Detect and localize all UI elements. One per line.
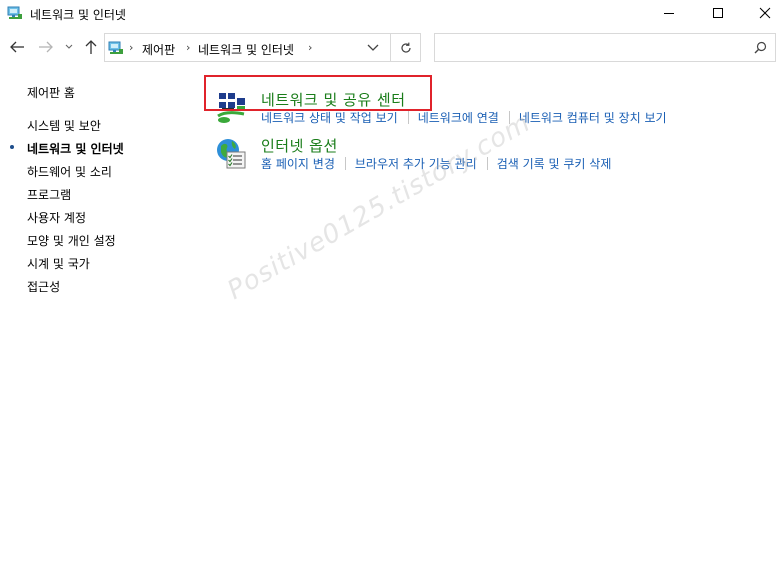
breadcrumb-separator[interactable]: › xyxy=(129,41,133,54)
refresh-button[interactable] xyxy=(391,33,421,62)
link-separator xyxy=(407,111,409,124)
link-delete-history[interactable]: 검색 기록 및 쿠키 삭제 xyxy=(497,155,612,172)
chevron-down-icon xyxy=(65,44,73,49)
breadcrumb-control-panel[interactable]: 제어판 xyxy=(142,41,175,58)
link-view-network-computers[interactable]: 네트워크 컴퓨터 및 장치 보기 xyxy=(519,109,667,126)
address-bar[interactable]: › 제어판 › 네트워크 및 인터넷 › xyxy=(104,33,391,62)
minimize-icon xyxy=(664,13,674,14)
breadcrumb-separator[interactable]: › xyxy=(308,41,312,54)
forward-button[interactable] xyxy=(37,38,55,56)
up-button[interactable] xyxy=(82,38,100,56)
sidebar-item-control-panel-home[interactable]: 제어판 홈 xyxy=(27,84,75,101)
breadcrumb-separator[interactable]: › xyxy=(186,41,190,54)
window-title: 네트워크 및 인터넷 xyxy=(30,8,126,22)
sidebar-item-appearance[interactable]: 모양 및 개인 설정 xyxy=(27,232,116,249)
category-links-network: 네트워크 상태 및 작업 보기 네트워크에 연결 네트워크 컴퓨터 및 장치 보… xyxy=(261,109,667,126)
arrow-right-icon xyxy=(39,41,53,53)
chevron-down-icon[interactable] xyxy=(367,43,379,53)
internet-options-icon[interactable] xyxy=(214,136,250,172)
arrow-left-icon xyxy=(10,41,24,53)
maximize-icon xyxy=(713,8,723,18)
sidebar-item-system-security[interactable]: 시스템 및 보안 xyxy=(27,117,101,134)
link-change-homepage[interactable]: 홈 페이지 변경 xyxy=(261,155,335,172)
link-connect-network[interactable]: 네트워크에 연결 xyxy=(418,109,499,126)
maximize-button[interactable] xyxy=(695,0,741,26)
network-folder-icon xyxy=(7,6,22,19)
active-item-bullet xyxy=(10,145,14,149)
refresh-icon xyxy=(400,42,411,53)
sidebar-item-clock-region[interactable]: 시계 및 국가 xyxy=(27,255,90,272)
title-bar: 네트워크 및 인터넷 xyxy=(0,0,783,27)
navigation-bar: › 제어판 › 네트워크 및 인터넷 › xyxy=(0,30,783,66)
sidebar-item-user-accounts[interactable]: 사용자 계정 xyxy=(27,209,86,226)
sidebar-item-programs[interactable]: 프로그램 xyxy=(27,186,71,203)
close-icon xyxy=(759,7,771,19)
sidebar-item-network-internet[interactable]: 네트워크 및 인터넷 xyxy=(27,140,124,157)
close-button[interactable] xyxy=(742,0,783,26)
network-folder-icon xyxy=(108,41,123,54)
link-view-network-status[interactable]: 네트워크 상태 및 작업 보기 xyxy=(261,109,398,126)
arrow-up-icon xyxy=(85,40,97,54)
highlight-annotation xyxy=(204,75,432,111)
sidebar-item-hardware-sound[interactable]: 하드웨어 및 소리 xyxy=(27,163,112,180)
sidebar-item-accessibility[interactable]: 접근성 xyxy=(27,278,60,295)
back-button[interactable] xyxy=(8,38,26,56)
breadcrumb-network-internet[interactable]: 네트워크 및 인터넷 xyxy=(198,41,294,58)
search-input[interactable] xyxy=(434,33,776,62)
recent-locations-button[interactable] xyxy=(62,38,76,56)
link-separator xyxy=(344,157,346,170)
search-icon xyxy=(754,41,767,54)
category-title-internet-options[interactable]: 인터넷 옵션 xyxy=(261,135,338,156)
minimize-button[interactable] xyxy=(646,0,692,26)
